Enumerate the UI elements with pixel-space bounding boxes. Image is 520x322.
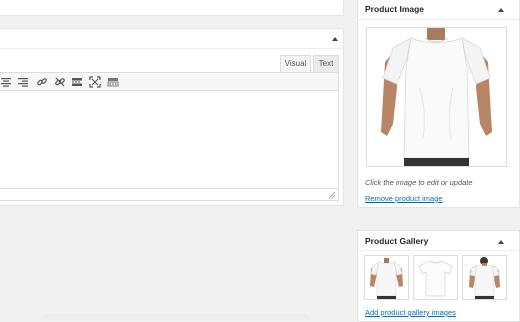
white-tshirt-model-front-image xyxy=(370,258,403,299)
product-image-hint: Click the image to edit or update xyxy=(365,178,473,187)
align-right-icon[interactable] xyxy=(17,76,29,88)
align-center-icon[interactable] xyxy=(0,76,12,88)
editor-postbox-header[interactable] xyxy=(0,29,343,49)
resize-handle-icon[interactable] xyxy=(328,191,335,198)
bottom-postbox-edge xyxy=(40,314,310,322)
unlink-icon[interactable] xyxy=(54,76,66,88)
collapse-arrow-icon[interactable] xyxy=(498,8,504,12)
top-postbox-remnant xyxy=(0,0,344,16)
gallery-thumbnail[interactable] xyxy=(462,255,507,300)
divider xyxy=(358,19,519,20)
editor-content-area[interactable] xyxy=(0,91,339,189)
insert-link-icon[interactable] xyxy=(36,76,48,88)
editor-statusbar xyxy=(0,189,339,201)
gallery-thumbnail[interactable] xyxy=(364,255,409,300)
gallery-thumbnail[interactable] xyxy=(413,255,458,300)
fullscreen-icon[interactable] xyxy=(89,76,101,88)
tab-text[interactable]: Text xyxy=(313,55,339,72)
product-gallery-title: Product Gallery xyxy=(365,236,429,246)
product-image[interactable] xyxy=(366,27,507,167)
remove-product-image-link[interactable]: Remove product image xyxy=(365,194,443,203)
tab-visual[interactable]: Visual xyxy=(280,55,311,72)
collapse-arrow-icon[interactable] xyxy=(498,240,504,244)
white-tshirt-plain-image xyxy=(418,260,453,297)
divider xyxy=(358,250,519,251)
product-image-postbox: Product Image Click the image to edit or… xyxy=(357,0,520,208)
product-image-title: Product Image xyxy=(365,4,425,14)
editor-toolbar xyxy=(0,72,339,91)
product-gallery-postbox: Product Gallery Add product gallery imag… xyxy=(357,230,520,322)
content-editor-postbox: Visual Text xyxy=(0,28,344,206)
collapse-arrow-icon[interactable] xyxy=(332,37,338,41)
toolbar-toggle-icon[interactable] xyxy=(107,76,119,88)
white-tshirt-model-back-image xyxy=(469,257,500,299)
read-more-icon[interactable] xyxy=(71,76,83,88)
add-product-gallery-images-link[interactable]: Add product gallery images xyxy=(365,308,456,317)
white-tshirt-model-image xyxy=(381,28,492,166)
